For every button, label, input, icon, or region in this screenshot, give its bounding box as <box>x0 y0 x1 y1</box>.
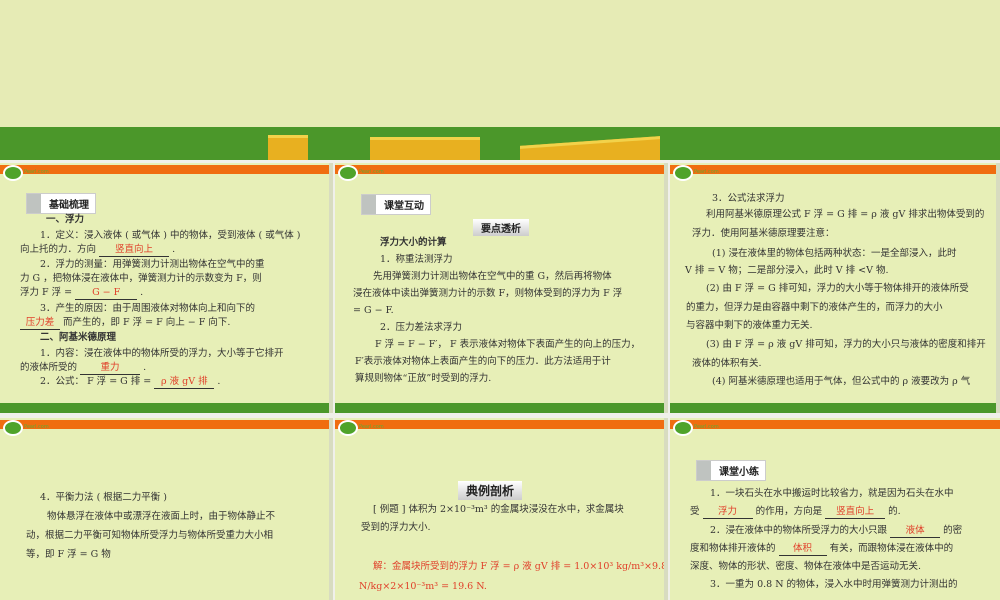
sub-badge: 要点透析 <box>473 219 529 236</box>
text-line: 3．公式法求浮力 <box>712 193 785 204</box>
logo-icon <box>673 165 693 181</box>
text-line: 2．浸在液体中的物体所受浮力的大小只跟 液体 的密 <box>710 525 963 538</box>
text-line: 度和物体排开液体的 体积 有关，而跟物体浸在液体中的 <box>690 543 954 556</box>
text-line: [ 例题 ] 体积为 2×10⁻³m³ 的金属块浸没在水中，求金属块 <box>373 504 624 515</box>
text-line: 算规则物体“正放”时受到的浮力. <box>355 373 492 384</box>
slide-4[interactable]: Pearl.com 4．平衡力法 ( 根据二力平衡 ) 物体悬浮在液体中或漂浮在… <box>0 418 333 600</box>
text-line: 液体的体积有关. <box>692 358 762 369</box>
solution-line: 解：金属块所受到的浮力 F 浮 = ρ 液 gV 排 = 1.0×10³ kg/… <box>373 561 668 572</box>
banner-strip <box>0 127 1000 160</box>
text-line: 深度、物体的形状、密度、物体在液体中是否运动无关. <box>690 561 922 572</box>
text-line: 的重力，但浮力是由容器中剩下的液体产生的，而浮力的大小 <box>686 302 943 313</box>
section-badge: 课堂小练 <box>696 460 766 481</box>
logo-icon <box>338 165 358 181</box>
logo-icon <box>3 165 23 181</box>
text-line: F 浮 = F − F′， F 表示液体对物体下表面产生的向上的压力， <box>375 339 641 350</box>
text-line: (3) 由 F 浮 = ρ 液 gV 排可知，浮力的大小只与液体的密度和排开 <box>706 339 986 350</box>
text-line: (4) 阿基米德原理也适用于气体，但公式中的 ρ 液要改为 ρ 气 <box>712 376 971 387</box>
text-line: 1．定义：浸入液体 ( 或气体 ) 中的物体，受到液体 ( 或气体 ) <box>40 230 301 241</box>
text-line: 1．称重法测浮力 <box>380 254 453 265</box>
logo-icon <box>338 420 358 436</box>
slide-5[interactable]: Pearl.com 典例剖析 [ 例题 ] 体积为 2×10⁻³m³ 的金属块浸… <box>335 418 668 600</box>
text-line: 1．内容：浸在液体中的物体所受的浮力，大小等于它排开 <box>40 348 284 359</box>
slide-top-area <box>0 0 1000 127</box>
text-line: 2．公式： F 浮 = G 排 = ρ 液 gV 排 . <box>40 376 221 389</box>
text-line: 2．浮力的测量：用弹簧测力计测出物体在空气中的重 <box>40 259 265 270</box>
text-line: 等，即 F 浮 = G 物 <box>26 549 111 560</box>
text-line: 的液体所受的 重力 . <box>20 362 147 375</box>
section-badge: 课堂互动 <box>361 194 431 215</box>
heading: 浮力大小的计算 <box>380 237 447 248</box>
logo-icon <box>673 420 693 436</box>
slide-3[interactable]: Pearl.com 3．公式法求浮力 利用阿基米德原理公式 F 浮 = G 排 … <box>670 163 1000 413</box>
heading: 二、阿基米德原理 <box>40 332 117 343</box>
slide-1[interactable]: Pearl.com 基础梳理 一、浮力 1．定义：浸入液体 ( 或气体 ) 中的… <box>0 163 333 413</box>
text-line: V 排 = V 物；二是部分浸入，此时 V 排 <V 物. <box>685 265 889 276</box>
text-line: 力 G ，把物体浸在液体中，弹簧测力计的示数变为 F，则 <box>20 273 262 284</box>
text-line: 3．产生的原因：由于周围液体对物体向上和向下的 <box>40 303 256 314</box>
slide-2[interactable]: Pearl.com 课堂互动 要点透析 浮力大小的计算 1．称重法测浮力 先用弹… <box>335 163 668 413</box>
text-line: 向上托的力．方向 竖直向上 . <box>20 244 176 257</box>
text-line: 浸在液体中读出弹簧测力计的示数 F，则物体受到的浮力为 F 浮 <box>353 288 623 299</box>
text-line: 先用弹簧测力计测出物体在空气中的重 G，然后再将物体 <box>373 271 612 282</box>
text-line: (2) 由 F 浮 = G 排可知，浮力的大小等于物体排开的液体所受 <box>706 283 969 294</box>
text-line: 利用阿基米德原理公式 F 浮 = G 排 = ρ 液 gV 排求出物体受到的 <box>706 209 985 220</box>
text-line: 4．平衡力法 ( 根据二力平衡 ) <box>40 492 168 503</box>
text-line: 受 浮力 的作用，方向是 竖直向上 的. <box>690 506 901 519</box>
text-line: 物体悬浮在液体中或漂浮在液面上时，由于物体静止不 <box>47 511 276 522</box>
section-badge: 基础梳理 <box>26 193 96 214</box>
slide-6[interactable]: Pearl.com 课堂小练 1．一块石头在水中搬运时比较省力，就是因为石头在水… <box>670 418 1000 600</box>
text-line: 动，根据二力平衡可知物体所受浮力与物体所受重力大小相 <box>26 530 274 541</box>
logo-icon <box>3 420 23 436</box>
section-badge: 典例剖析 <box>458 481 523 500</box>
text-line: 与容器中剩下的液体重力无关. <box>686 320 813 331</box>
text-line: 2．压力差法求浮力 <box>380 322 463 333</box>
heading: 一、浮力 <box>46 214 85 225</box>
text-line: 压力差 而产生的，即 F 浮 = F 向上 − F 向下. <box>20 317 230 330</box>
text-line: (1) 浸在液体里的物体包括两种状态：一是全部浸入，此时 <box>712 248 957 259</box>
text-line: 1．一块石头在水中搬运时比较省力，就是因为石头在水中 <box>710 488 954 499</box>
solution-line: N/kg×2×10⁻³m³ = 19.6 N. <box>359 581 487 592</box>
text-line: 浮力 F 浮 = G − F . <box>20 287 144 300</box>
text-line: 受到的浮力大小. <box>361 522 431 533</box>
text-line: 浮力．使用阿基米德原理要注意： <box>692 228 835 239</box>
text-line: 3．一重为 0.8 N 的物体，浸入水中时用弹簧测力计测出的 <box>710 579 958 590</box>
text-line: F′表示液体对物体上表面产生的向下的压力．此方法适用于计 <box>355 356 611 367</box>
text-line: = G − F. <box>353 305 394 316</box>
